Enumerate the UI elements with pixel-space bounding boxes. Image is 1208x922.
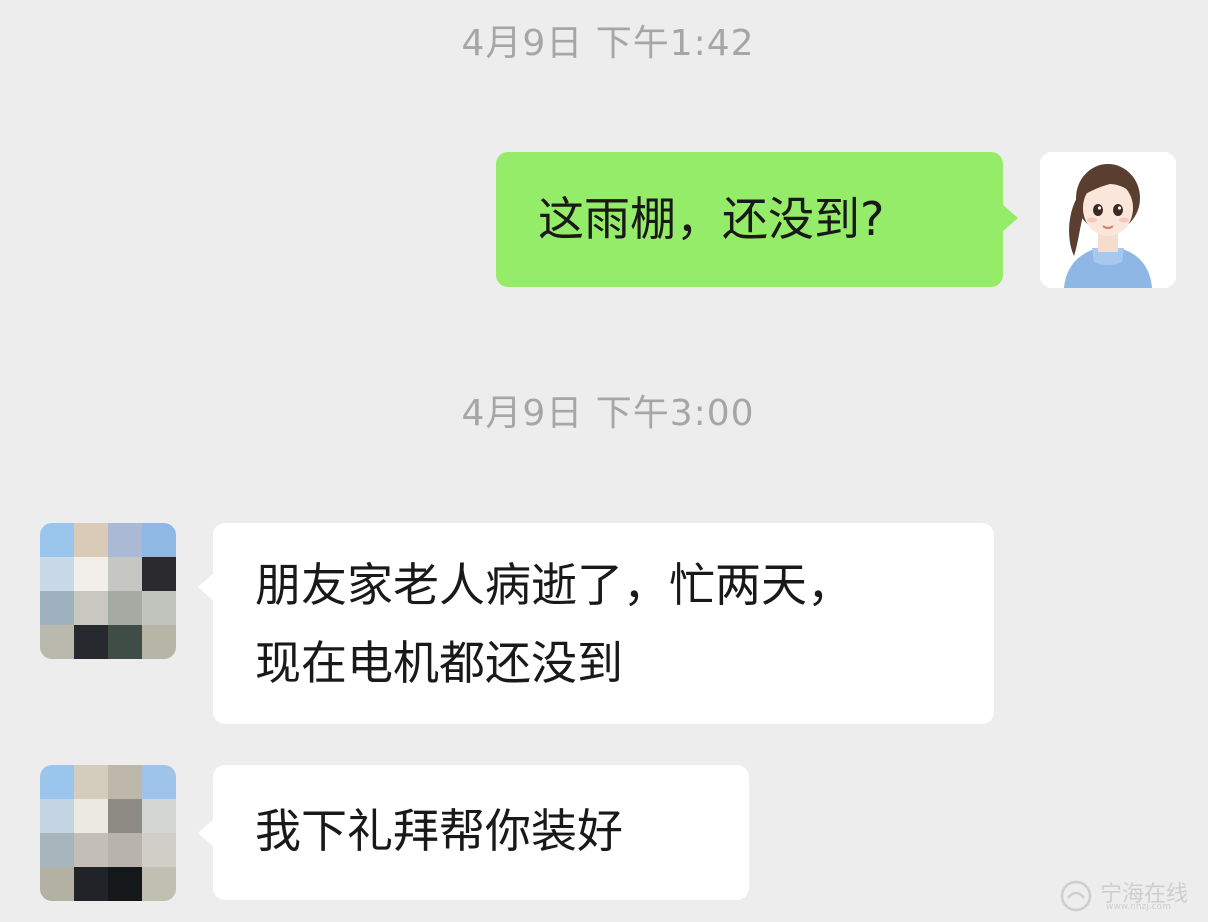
message-bubble-outgoing[interactable]: 这雨棚，还没到? [496,152,1018,287]
friend-avatar-icon[interactable] [40,765,176,901]
bubble-tail [198,573,214,601]
bubble-tail [1002,204,1018,232]
watermark-logo-icon [1060,880,1092,912]
timestamp-1: 4月9日 下午1:42 [461,23,755,64]
message-text: 我下礼拜帮你装好 [255,804,623,858]
message-line: 朋友家老人病逝了，忙两天， [255,558,853,612]
watermark-subtext: www.nhzj.com [1106,902,1171,912]
message-bubble-incoming[interactable]: 朋友家老人病逝了，忙两天， 现在电机都还没到 [198,523,994,724]
pixelated-avatar-icon [40,765,176,901]
self-avatar-icon[interactable] [1040,152,1176,288]
timestamp-2: 4月9日 下午3:00 [461,393,755,434]
watermark: 宁海在线 www.nhzj.com [1058,876,1198,916]
message-text: 这雨棚，还没到? [538,192,885,246]
friend-avatar-icon[interactable] [40,523,176,659]
cartoon-girl-avatar-icon [1040,152,1176,288]
message-line: 现在电机都还没到 [255,636,623,690]
message-bubble-incoming[interactable]: 我下礼拜帮你装好 [198,765,749,900]
pixelated-avatar-icon [40,523,176,659]
bubble-tail [198,819,214,847]
